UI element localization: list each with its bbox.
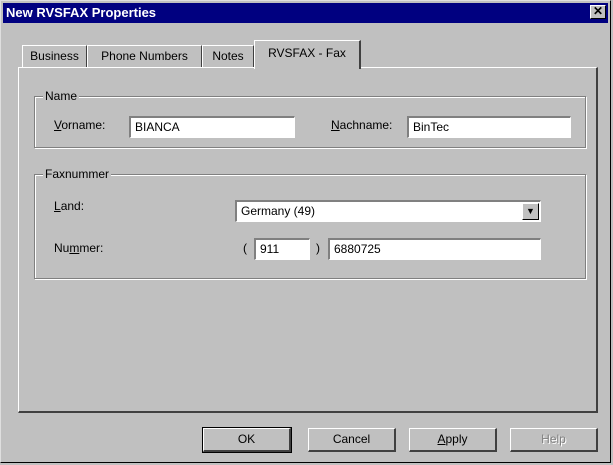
tab-label: Notes — [212, 49, 244, 63]
cancel-button[interactable]: Cancel — [308, 428, 396, 452]
close-icon: ✕ — [592, 4, 604, 18]
name-group-legend: Name — [43, 89, 80, 103]
nachname-field[interactable]: BinTec — [407, 116, 571, 138]
window-title: New RVSFAX Properties — [6, 5, 157, 20]
help-button: Help — [510, 428, 598, 452]
fax-number-field[interactable]: 6880725 — [328, 238, 541, 260]
title-bar[interactable]: New RVSFAX Properties ✕ — [3, 3, 608, 23]
close-paren: ) — [316, 241, 320, 255]
country-select[interactable]: Germany (49) ▼ — [235, 200, 541, 222]
vorname-field[interactable]: BIANCA — [129, 116, 295, 138]
tab-label: Phone Numbers — [101, 49, 188, 63]
chevron-down-icon[interactable]: ▼ — [522, 203, 539, 220]
tab-business[interactable]: Business — [22, 45, 87, 67]
close-button[interactable]: ✕ — [590, 5, 606, 19]
open-paren: ( — [243, 241, 247, 255]
vorname-label: Vorname: — [54, 118, 106, 132]
fax-number-group: Faxnummer — [34, 167, 586, 279]
nummer-label: Nummer: — [54, 241, 104, 255]
tab-label: RVSFAX - Fax — [268, 46, 346, 60]
tab-label: Business — [30, 49, 79, 63]
apply-button[interactable]: Apply — [409, 428, 497, 452]
tab-phone-numbers[interactable]: Phone Numbers — [87, 45, 202, 67]
ok-button[interactable]: OK — [202, 427, 292, 453]
area-code-field[interactable]: 911 — [254, 238, 310, 260]
land-label: Land: — [54, 199, 85, 213]
tab-rvsfax-fax[interactable]: RVSFAX - Fax — [254, 40, 361, 69]
tab-notes[interactable]: Notes — [202, 45, 254, 67]
nachname-label: Nachname: — [331, 118, 393, 132]
fax-group-legend: Faxnummer — [43, 167, 112, 181]
tab-panel: Name Vorname: BIANCA Nachname: BinTec Fa… — [18, 67, 598, 413]
